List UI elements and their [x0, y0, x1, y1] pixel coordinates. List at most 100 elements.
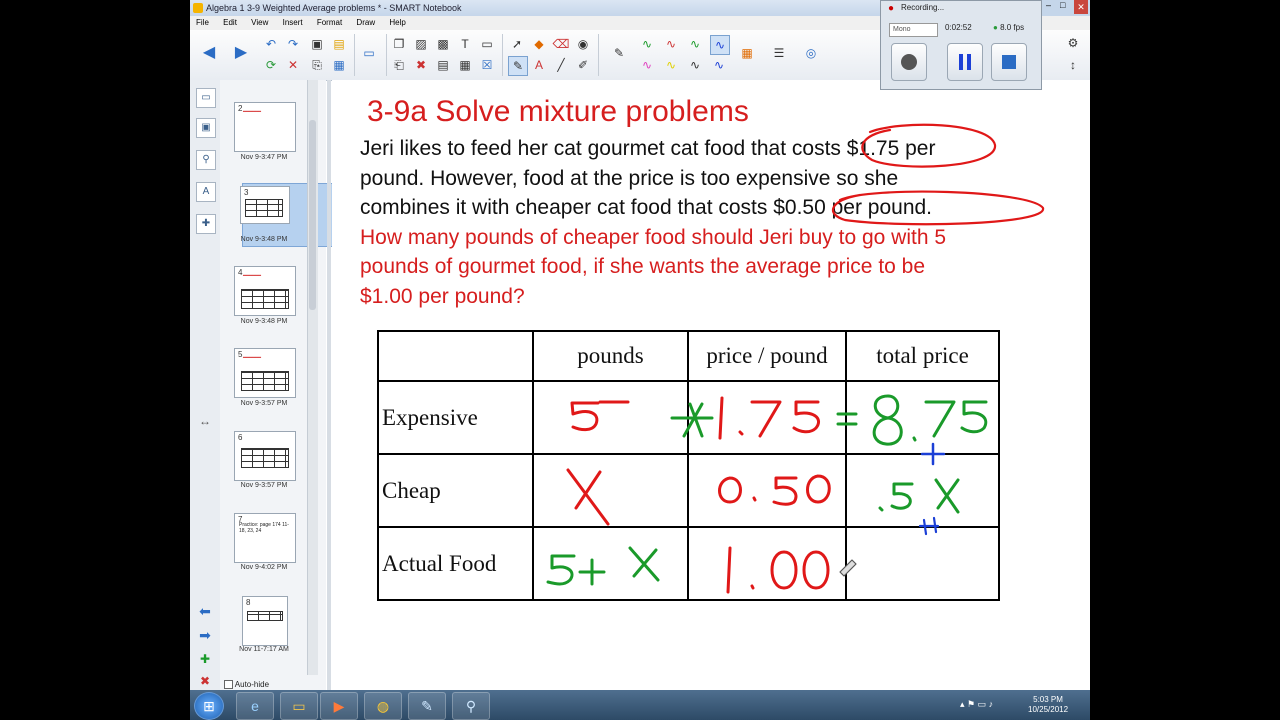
fill-icon[interactable]: ◉: [574, 35, 592, 53]
shapes-icon[interactable]: ◆: [530, 35, 548, 53]
addons-tab[interactable]: ✚: [196, 214, 216, 234]
notebook-page[interactable]: 3-9a Solve mixture problems Jeri likes t…: [332, 80, 1090, 690]
paste-icon[interactable]: ⎗: [390, 56, 408, 74]
recorder-panel: ● Recording... Mono 0:02:52 ● 8.0 fps: [880, 0, 1042, 90]
stop-button[interactable]: [991, 43, 1027, 81]
document-camera-icon[interactable]: ▭: [478, 35, 496, 53]
settings-icon[interactable]: ⚙: [1064, 34, 1082, 52]
chrome-icon[interactable]: ◍: [364, 692, 402, 720]
color-palette-icon[interactable]: ▦: [738, 44, 756, 62]
slide-thumb-7[interactable]: 7 Practice: page 174 11-18, 23, 24: [234, 513, 296, 563]
slide-thumb-8[interactable]: 8: [242, 596, 288, 646]
recorder-app-icon[interactable]: ⚲: [452, 692, 490, 720]
pen-dotted-icon[interactable]: ∿: [710, 56, 728, 74]
remove-page-icon[interactable]: ✖: [196, 672, 214, 690]
resize-icon[interactable]: ↔: [196, 412, 214, 430]
pen-green-icon[interactable]: ∿: [638, 35, 656, 53]
highlighter-yellow-icon[interactable]: ∿: [662, 56, 680, 74]
scrollbar-thumb[interactable]: [309, 120, 316, 310]
table-header-cell: [377, 330, 534, 382]
line-style-icon[interactable]: ☰: [770, 44, 788, 62]
sorter-scrollbar[interactable]: [307, 80, 318, 675]
pen-dashed-icon[interactable]: ∿: [686, 56, 704, 74]
pen-style-icon[interactable]: ✎: [610, 44, 628, 62]
pen-pink-icon[interactable]: ∿: [638, 56, 656, 74]
insert-image-icon[interactable]: ▨: [412, 35, 430, 53]
save-icon[interactable]: ▦: [330, 56, 348, 74]
next-page-icon[interactable]: ▶: [232, 44, 250, 62]
auto-hide-checkbox[interactable]: Auto-hide: [224, 680, 269, 690]
menu-file[interactable]: File: [196, 18, 209, 27]
start-button[interactable]: ⊞: [194, 692, 224, 720]
table-header-cell: total price: [845, 330, 1000, 382]
file-explorer-icon[interactable]: ▭: [280, 692, 318, 720]
display-icon[interactable]: ▭: [360, 44, 378, 62]
table-header-row: pounds price / pound total price: [377, 330, 1000, 382]
previous-page-icon[interactable]: ◀: [200, 44, 218, 62]
move-left-icon[interactable]: ⬅: [196, 602, 214, 620]
menu-format[interactable]: Format: [317, 18, 342, 27]
open-file-icon[interactable]: ▤: [330, 35, 348, 53]
slide-thumb-6[interactable]: 6: [234, 431, 296, 481]
tray-icons[interactable]: ▴ ⚑ ▭ ♪: [960, 699, 993, 710]
record-button[interactable]: [891, 43, 927, 81]
move-toolbar-icon[interactable]: ↕: [1064, 56, 1082, 74]
menu-help[interactable]: Help: [389, 18, 405, 27]
text-color-icon[interactable]: A: [530, 56, 548, 74]
pen-blue-icon[interactable]: ∿: [710, 35, 730, 55]
menu-edit[interactable]: Edit: [223, 18, 237, 27]
refresh-icon[interactable]: ⟳: [262, 56, 280, 74]
table-row: Expensive: [377, 380, 1000, 455]
minimize-icon[interactable]: –: [1046, 0, 1051, 10]
menu-draw[interactable]: Draw: [356, 18, 375, 27]
pen-red-icon[interactable]: ∿: [662, 35, 680, 53]
delete-icon[interactable]: ✖: [412, 56, 430, 74]
record-status-icon: ●: [887, 3, 895, 14]
pause-icon: [959, 54, 971, 70]
attachments-tab[interactable]: ⚲: [196, 150, 216, 170]
pause-button[interactable]: [947, 43, 983, 81]
properties-icon[interactable]: ◎: [802, 44, 820, 62]
text-tool-icon[interactable]: T: [456, 35, 474, 53]
slide-thumb-4[interactable]: 4 ━━━━━━: [234, 266, 296, 316]
problem-text: Jeri likes to feed her cat gourmet cat f…: [360, 134, 1050, 311]
magic-pen-icon[interactable]: ✐: [574, 56, 592, 74]
slide-thumb-3[interactable]: 3: [240, 186, 290, 224]
pen-green2-icon[interactable]: ∿: [686, 35, 704, 53]
maximize-icon[interactable]: □: [1060, 0, 1065, 10]
line-tool-icon[interactable]: ╱: [552, 56, 570, 74]
screen-shade-icon[interactable]: ▣: [308, 35, 326, 53]
close-icon[interactable]: ☒: [478, 56, 496, 74]
page-sorter-tab[interactable]: ▭: [196, 88, 216, 108]
eraser-icon[interactable]: ⌫: [552, 35, 570, 53]
media-player-icon[interactable]: ▶: [320, 692, 358, 720]
row-header: Expensive: [377, 380, 534, 455]
select-tool-icon[interactable]: ➚: [508, 35, 526, 53]
capture-icon[interactable]: ⎘: [308, 56, 326, 74]
add-page-icon[interactable]: ✚: [196, 650, 214, 668]
internet-explorer-icon[interactable]: e: [236, 692, 274, 720]
clear-icon[interactable]: ▤: [434, 56, 452, 74]
notebook-app-icon[interactable]: ✎: [408, 692, 446, 720]
delete-page-icon[interactable]: ✕: [284, 56, 302, 74]
table-header-cell: price / pound: [687, 330, 847, 382]
menu-view[interactable]: View: [251, 18, 268, 27]
table-icon[interactable]: ▦: [456, 56, 474, 74]
menu-insert[interactable]: Insert: [283, 18, 303, 27]
slide-thumb-2[interactable]: 2 ━━━━━━: [234, 102, 296, 152]
close-window-icon[interactable]: ✕: [1074, 0, 1088, 14]
undo-icon[interactable]: ↶: [262, 35, 280, 53]
slide-thumb-5[interactable]: 5 ━━━━━━: [234, 348, 296, 398]
audio-mode-select[interactable]: Mono: [889, 23, 938, 37]
pen-tool-icon[interactable]: ✎: [508, 56, 528, 76]
gallery-tab[interactable]: ▣: [196, 118, 216, 138]
properties-tab[interactable]: A: [196, 182, 216, 202]
question-line: How many pounds of cheaper food should J…: [360, 225, 947, 249]
copy-icon[interactable]: ❐: [390, 35, 408, 53]
slide-label: Nov 9-3:57 PM: [240, 482, 288, 489]
taskbar-clock[interactable]: 5:03 PM 10/25/2012: [1028, 695, 1068, 715]
move-right-icon[interactable]: ➡: [196, 626, 214, 644]
splitter[interactable]: [327, 80, 331, 690]
redo-icon[interactable]: ↷: [284, 35, 302, 53]
screen-capture-icon[interactable]: ▩: [434, 35, 452, 53]
